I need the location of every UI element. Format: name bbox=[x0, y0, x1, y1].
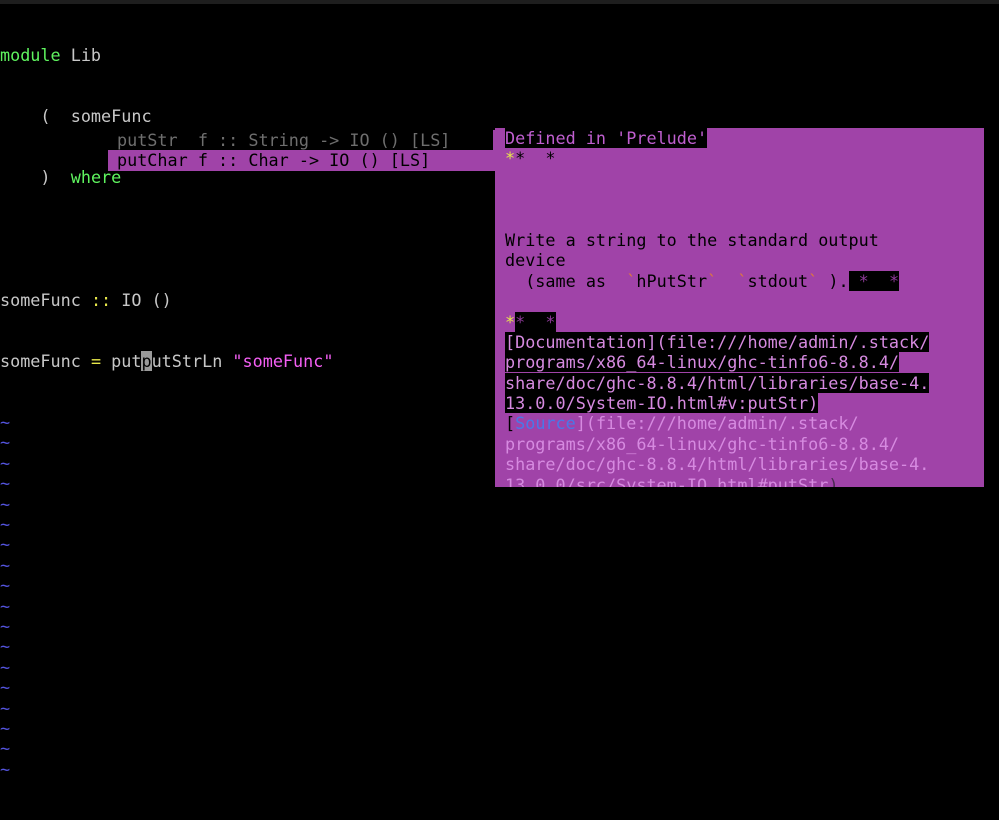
binding-name: someFunc bbox=[0, 350, 91, 371]
doc-rule-1: ** * bbox=[495, 148, 984, 168]
same-as-mid bbox=[717, 271, 737, 291]
source-link-line-2[interactable]: programs/x86_64-linux/ghc-tinfo6-8.8.4/ bbox=[505, 434, 899, 454]
completion-scrollbar-thumb[interactable] bbox=[493, 150, 501, 171]
tilde-glyph: ~ bbox=[0, 717, 11, 738]
source-link-line-3[interactable]: share/doc/ghc-8.8.4/html/libraries/base-… bbox=[505, 454, 929, 474]
backtick-close-2: ` bbox=[808, 270, 819, 291]
doc-body-line-1: Write a string to the standard output bbox=[505, 229, 879, 250]
doc-spacer-1 bbox=[495, 169, 984, 189]
buffer-line-1: module Lib bbox=[0, 45, 999, 65]
source-link-url-head[interactable]: ](file:///home/admin/.stack/ bbox=[576, 413, 859, 433]
tilde-glyph: ~ bbox=[0, 534, 11, 555]
empty-line-marker: ~ bbox=[0, 718, 999, 738]
empty-line-marker: ~ bbox=[0, 698, 999, 718]
typed-prefix: put bbox=[101, 350, 142, 371]
source-close-paren: ) bbox=[828, 474, 839, 487]
completion-scrollbar-track[interactable] bbox=[493, 130, 501, 151]
tilde-glyph: ~ bbox=[0, 473, 11, 494]
type-sig-name: someFunc bbox=[0, 289, 91, 310]
completion-popup[interactable]: putStr f :: String -> IO () [LS] putChar… bbox=[108, 130, 501, 171]
tilde-glyph: ~ bbox=[0, 412, 11, 433]
tilde-glyph: ~ bbox=[0, 575, 11, 596]
equals-operator: = bbox=[90, 350, 102, 371]
tilde-glyph: ~ bbox=[0, 738, 11, 759]
doc-source-line-3[interactable]: share/doc/ghc-8.8.4/html/libraries/base-… bbox=[495, 454, 984, 474]
documentation-preview[interactable]: Defined in 'Prelude' ** * Write a string… bbox=[495, 128, 984, 487]
doc-spacer-2 bbox=[495, 189, 984, 209]
doc-header-line: Defined in 'Prelude' bbox=[495, 128, 984, 148]
same-as-suffix: ). bbox=[818, 270, 849, 291]
completion-item-0[interactable]: putStr f :: String -> IO () [LS] bbox=[108, 130, 493, 151]
empty-line-marker: ~ bbox=[0, 494, 999, 514]
string-literal: "someFunc" bbox=[232, 350, 334, 371]
doc-rule-2: ** * bbox=[495, 311, 984, 332]
empty-line-marker: ~ bbox=[0, 596, 999, 616]
inline-code-stdout: stdout bbox=[747, 270, 809, 291]
source-open-bracket: [ bbox=[505, 413, 516, 434]
doc-spacer-3 bbox=[495, 210, 984, 230]
doc-link-line-4[interactable]: 13.0.0/System-IO.html#v:putStr) bbox=[495, 393, 984, 414]
tilde-glyph: ~ bbox=[0, 615, 11, 636]
empty-line-marker: ~ bbox=[0, 759, 999, 779]
empty-line-marker: ~ bbox=[0, 657, 999, 677]
doc-body-line-2: device bbox=[505, 250, 566, 271]
source-link-line-4[interactable]: 13.0.0/src/System-IO.html#putStr bbox=[505, 475, 828, 487]
inline-code-hputstr: hPutStr bbox=[636, 270, 708, 291]
completion-item-1[interactable]: putChar f :: Char -> IO () [LS] bbox=[108, 150, 493, 171]
doc-link-line-3[interactable]: share/doc/ghc-8.8.4/html/libraries/base-… bbox=[495, 372, 984, 393]
export-list-open: ( someFunc bbox=[0, 106, 152, 127]
backtick-open-2: ` bbox=[737, 270, 748, 291]
defined-in-header: Defined in 'Prelude' bbox=[505, 128, 708, 148]
doc-source-line-1[interactable]: [Source](file:///home/admin/.stack/ bbox=[495, 413, 984, 433]
empty-line-marker: ~ bbox=[0, 555, 999, 575]
empty-line-marker: ~ bbox=[0, 636, 999, 656]
backtick-close-1: ` bbox=[707, 270, 718, 291]
empty-line-marker: ~ bbox=[0, 514, 999, 534]
tilde-glyph: ~ bbox=[0, 452, 11, 473]
export-list-close: ) bbox=[0, 167, 71, 188]
source-link-label[interactable]: Source bbox=[515, 413, 576, 433]
documentation-link-line-3[interactable]: share/doc/ghc-8.8.4/html/libraries/base-… bbox=[505, 372, 930, 393]
tilde-glyph: ~ bbox=[0, 554, 11, 575]
doc-link-line-1[interactable]: [Documentation](file:///home/admin/.stac… bbox=[495, 331, 984, 352]
empty-line-marker: ~ bbox=[0, 616, 999, 636]
tilde-glyph: ~ bbox=[0, 656, 11, 677]
doc-spacer-4 bbox=[495, 291, 984, 311]
rule2-asterisk-rest: * * bbox=[515, 311, 556, 332]
same-as-prefix: (same as bbox=[505, 270, 627, 291]
type-sig-operator: :: bbox=[90, 289, 112, 310]
documentation-link-line-1[interactable]: [Documentation](file:///home/admin/.stac… bbox=[505, 331, 930, 352]
doc-source-line-4[interactable]: 13.0.0/src/System-IO.html#putStr) bbox=[495, 475, 984, 487]
backtick-open-1: ` bbox=[626, 270, 637, 291]
terminal-screen: module Lib ( someFunc ) where someFunc :… bbox=[0, 0, 999, 779]
tilde-glyph: ~ bbox=[0, 513, 11, 534]
type-sig-type: IO () bbox=[111, 289, 172, 310]
completion-remainder: utStrLn bbox=[151, 350, 233, 371]
empty-line-marker: ~ bbox=[0, 534, 999, 554]
rule-asterisk-rest: * * bbox=[515, 148, 556, 169]
tilde-glyph: ~ bbox=[0, 758, 11, 779]
doc-link-line-2[interactable]: programs/x86_64-linux/ghc-tinfo6-8.8.4/ bbox=[495, 352, 984, 373]
doc-same-as-line: (same as `hPutStr` `stdout` ). * * bbox=[495, 270, 984, 291]
text-cursor: p bbox=[141, 350, 152, 371]
rule-asterisk-first: * bbox=[505, 148, 516, 169]
tilde-glyph: ~ bbox=[0, 636, 11, 657]
empty-line-marker: ~ bbox=[0, 738, 999, 758]
rule2-asterisk-first: * bbox=[505, 311, 516, 332]
documentation-link-line-2[interactable]: programs/x86_64-linux/ghc-tinfo6-8.8.4/ bbox=[505, 352, 900, 373]
keyword-module: module bbox=[0, 44, 61, 65]
tilde-glyph: ~ bbox=[0, 595, 11, 616]
tilde-glyph: ~ bbox=[0, 493, 11, 514]
module-name: Lib bbox=[60, 44, 102, 65]
tilde-glyph: ~ bbox=[0, 697, 11, 718]
empty-line-marker: ~ bbox=[0, 677, 999, 697]
buffer-line-2: ( someFunc bbox=[0, 106, 999, 126]
empty-line-marker: ~ bbox=[0, 575, 999, 595]
tilde-glyph: ~ bbox=[0, 677, 11, 698]
same-as-trailing-asterisks: * * bbox=[848, 270, 900, 291]
documentation-link-line-4[interactable]: 13.0.0/System-IO.html#v:putStr) bbox=[505, 393, 819, 414]
doc-source-line-2[interactable]: programs/x86_64-linux/ghc-tinfo6-8.8.4/ bbox=[495, 434, 984, 454]
tilde-glyph: ~ bbox=[0, 432, 11, 453]
